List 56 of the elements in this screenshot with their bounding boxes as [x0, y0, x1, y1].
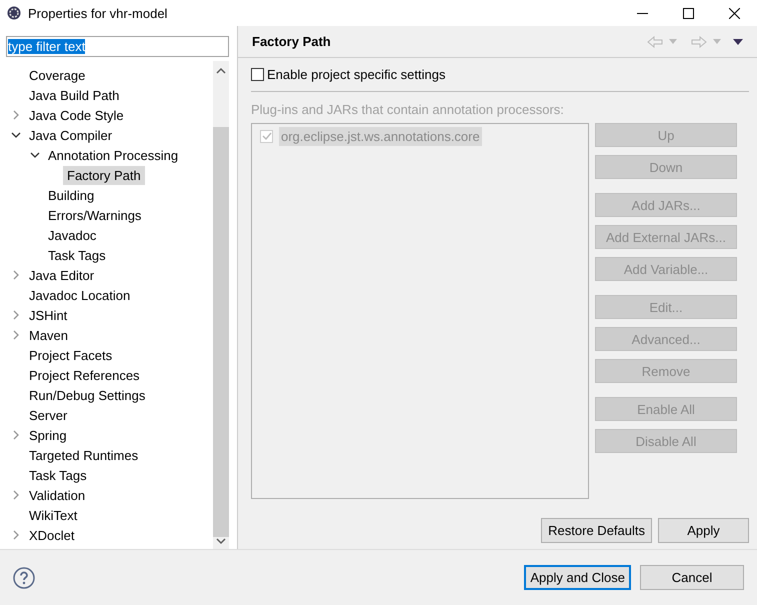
maximize-icon[interactable] [682, 8, 694, 18]
action-button[interactable]: Restore Defaults [541, 518, 652, 543]
chevron-right-icon[interactable] [10, 530, 20, 540]
chevron-right-icon[interactable] [10, 330, 20, 340]
scroll-thumb[interactable] [213, 127, 229, 537]
scrollbar[interactable] [213, 61, 229, 549]
help-icon[interactable] [13, 566, 35, 588]
tree-item[interactable]: Javadoc Location [25, 286, 134, 304]
list-label: Plug-ins and JARs that contain annotation processors: [251, 102, 565, 117]
caret-icon[interactable] [669, 39, 677, 44]
tree-item[interactable]: Java Build Path [25, 86, 124, 104]
dialog-button[interactable]: Cancel [640, 565, 744, 590]
tree-item[interactable]: Task Tags [44, 246, 110, 264]
forward-arrow-icon[interactable] [691, 36, 707, 48]
tree-item[interactable]: WikiText [25, 506, 82, 524]
checkbox[interactable] [251, 68, 264, 80]
menu-caret-icon[interactable] [733, 38, 743, 44]
chevron-right-icon[interactable] [10, 270, 20, 280]
chevron-right-icon[interactable] [10, 310, 20, 320]
tree-item[interactable]: Server [25, 406, 72, 424]
page-title: Factory Path [252, 34, 332, 49]
tree-item[interactable]: Coverage [25, 66, 90, 84]
tree-item[interactable]: Factory Path [63, 166, 145, 184]
tree-item[interactable]: Maven [25, 326, 72, 344]
window-title: Properties for vhr-model [28, 6, 168, 20]
scroll-up-icon[interactable] [216, 67, 226, 75]
scroll-down-icon[interactable] [216, 537, 226, 545]
tree-item[interactable]: Java Editor [25, 266, 98, 284]
caret-icon[interactable] [713, 39, 721, 44]
tree-item[interactable]: Java Code Style [25, 106, 128, 124]
checkbox-label: Enable project specific settings [267, 66, 446, 82]
filter-field[interactable]: type filter text [6, 36, 229, 57]
chevron-right-icon[interactable] [10, 430, 20, 440]
tree-item[interactable]: XDoclet [25, 526, 79, 544]
back-arrow-icon[interactable] [647, 36, 663, 48]
tree-item[interactable]: Targeted Runtimes [25, 446, 142, 464]
tree-item[interactable]: Project Facets [25, 346, 116, 364]
dialog-button[interactable]: Apply and Close [524, 565, 631, 590]
tree-item[interactable]: JSHint [25, 306, 72, 324]
close-icon[interactable] [728, 8, 740, 18]
chevron-down-icon[interactable] [10, 130, 20, 140]
chevron-right-icon[interactable] [10, 490, 20, 500]
chevron-right-icon[interactable] [10, 110, 20, 120]
tree-item[interactable]: Annotation Processing [44, 146, 182, 164]
tree-item[interactable]: Spring [25, 426, 71, 444]
tree-item[interactable]: Validation [25, 486, 90, 504]
action-button[interactable]: Apply [658, 518, 749, 543]
tree-item[interactable]: Project References [25, 366, 144, 384]
tree-item[interactable]: Run/Debug Settings [25, 386, 150, 404]
chevron-down-icon[interactable] [30, 150, 40, 160]
tree-item[interactable]: Building [44, 186, 98, 204]
tree-item[interactable]: Javadoc [44, 226, 100, 244]
tree-item[interactable]: Java Compiler [25, 126, 116, 144]
tree-item[interactable]: Errors/Warnings [44, 206, 146, 224]
gear-icon [6, 5, 22, 21]
tree-item[interactable]: Task Tags [25, 466, 91, 484]
